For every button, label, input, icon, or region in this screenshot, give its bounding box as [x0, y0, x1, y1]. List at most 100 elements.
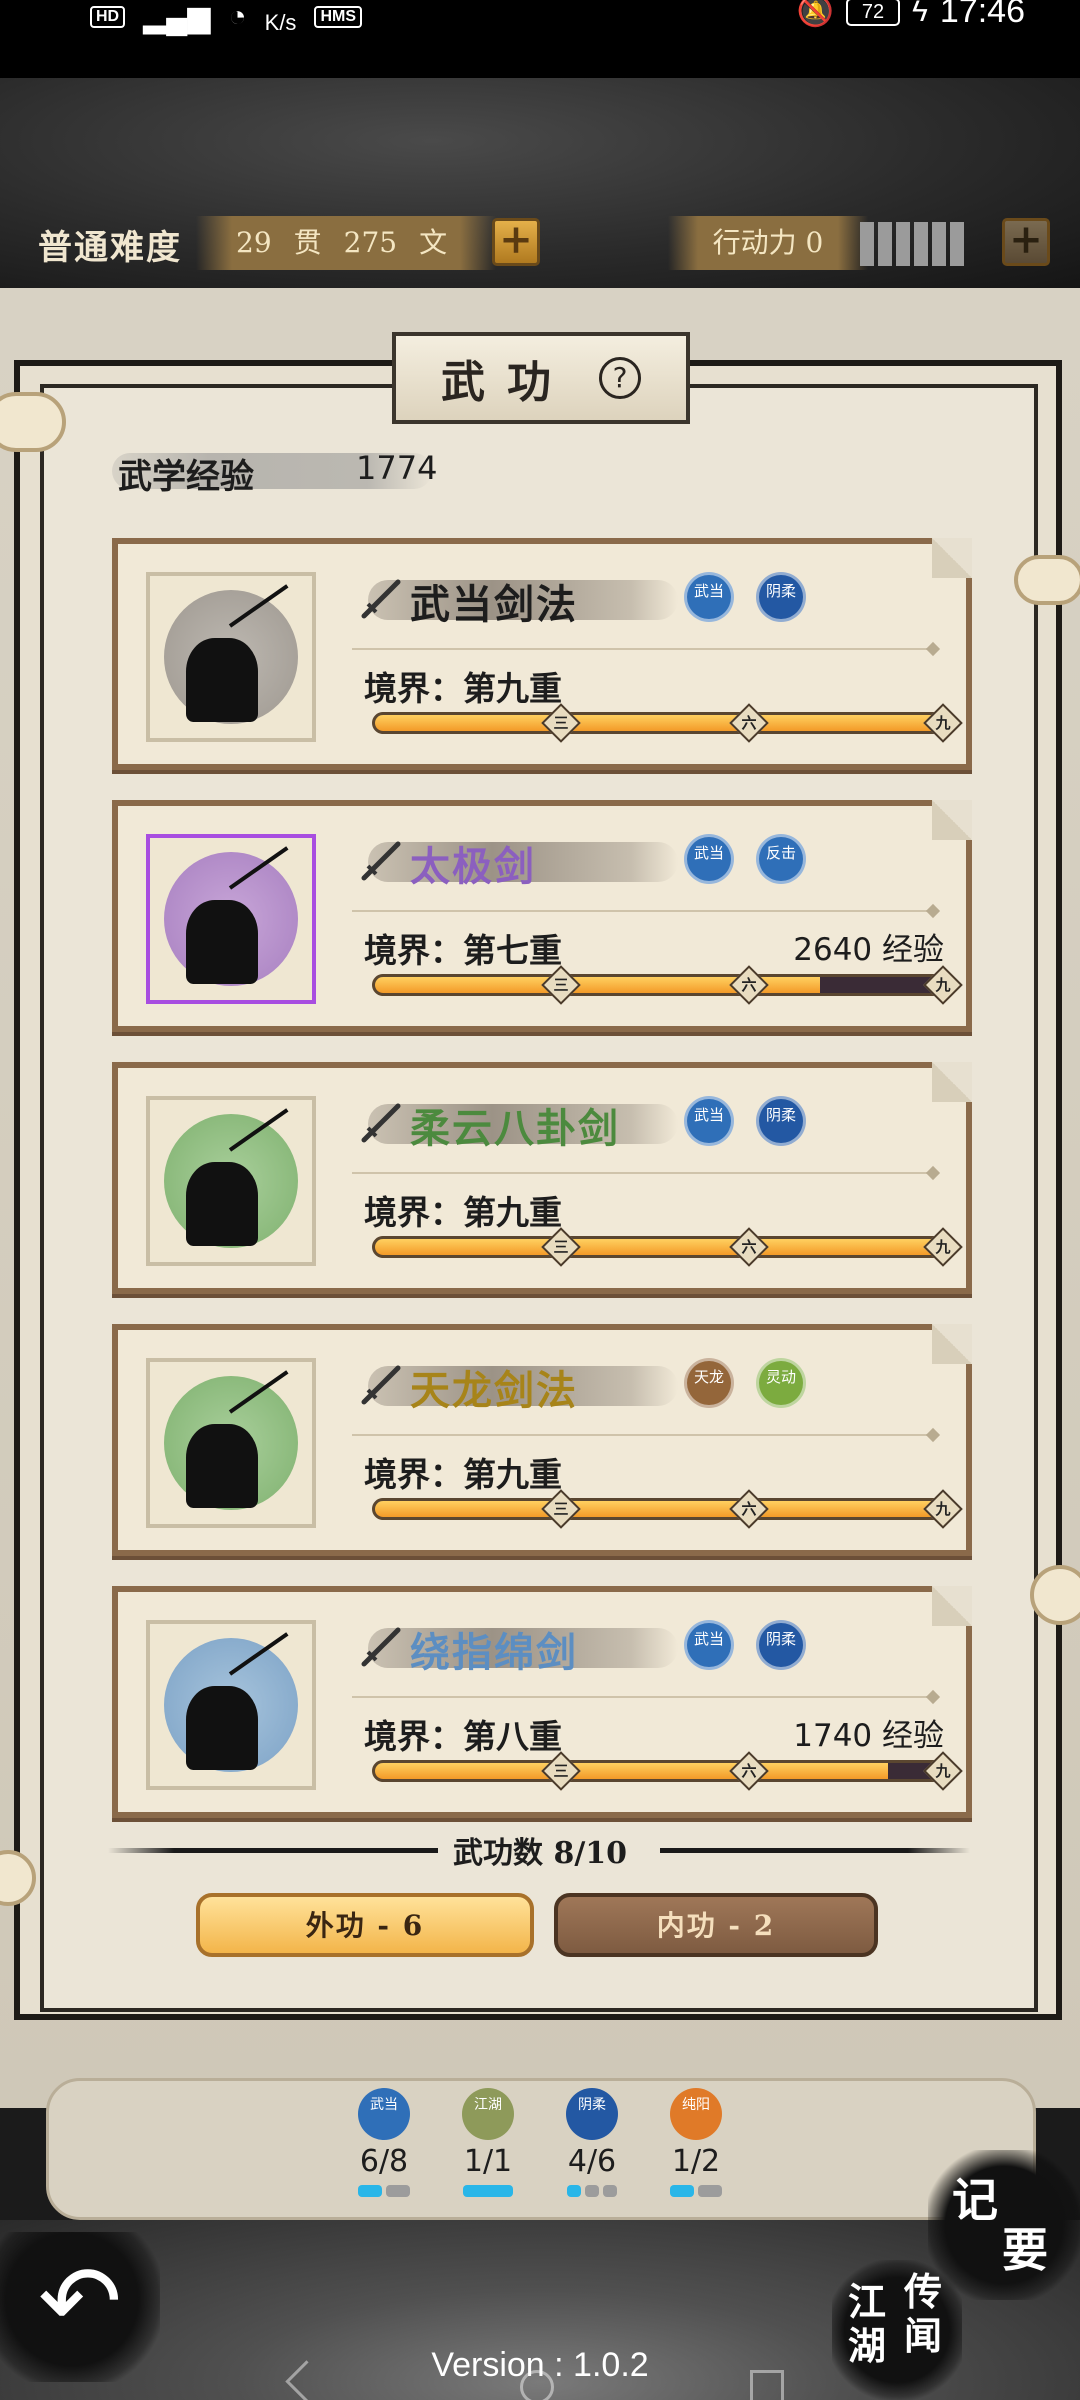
cloud-ornament — [1014, 555, 1080, 605]
skill-portrait — [146, 834, 316, 1004]
sect-pips — [448, 2185, 528, 2197]
hms-icon: HMS — [314, 6, 362, 28]
skill-realm: 境界：第九重 — [364, 1455, 562, 1494]
cloud-ornament — [0, 392, 66, 452]
skill-name: 绕指绵剑 — [410, 1629, 578, 1676]
money-guan: 29 — [236, 226, 272, 259]
signal-icon: ▂▄▆ — [143, 0, 211, 34]
money-guan-unit: 贯 — [293, 226, 322, 259]
skill-tag-badge: 武当 — [684, 572, 734, 622]
notes-label-2: 要 — [1002, 2223, 1048, 2277]
nav-recents-icon[interactable] — [750, 2370, 784, 2400]
skill-portrait — [146, 572, 316, 742]
skill-exp-needed: 1740 经验 — [793, 1718, 944, 1754]
progress-mark: 六 — [729, 1751, 769, 1791]
action-points-slots — [860, 222, 964, 266]
skill-tag-badge: 武当 — [684, 834, 734, 884]
martial-exp-label: 武学经验 — [118, 457, 254, 497]
skill-portrait — [146, 1620, 316, 1790]
skill-count: 武功数 8/10 — [453, 1836, 628, 1871]
skill-tag-badge: 天龙 — [684, 1358, 734, 1408]
sect-pips — [552, 2185, 632, 2197]
skill-card[interactable]: 绕指绵剑 武当 阴柔 境界：第八重 1740 经验三六九 — [112, 1586, 972, 1818]
add-money-button[interactable]: + — [492, 218, 540, 266]
skill-realm: 境界：第八重 — [364, 1717, 562, 1756]
panel-title: 武功 ? — [392, 332, 690, 424]
martial-exp-value: 1774 — [356, 449, 438, 487]
money-display: 29 贯 275 文 — [196, 216, 496, 270]
sect-count: 6/8 — [359, 2144, 409, 2179]
skill-exp-needed: 2640 经验 — [793, 932, 944, 968]
skill-progress-bar: 三六九 — [372, 1751, 963, 1791]
clock: 17:46 — [939, 0, 1025, 30]
skill-tag-badge: 灵动 — [756, 1358, 806, 1408]
skill-realm: 境界：第九重 — [364, 1193, 562, 1232]
sect-pips — [344, 2185, 424, 2197]
sect-count-item: 纯阳 1/2 — [656, 2088, 736, 2197]
sword-icon — [361, 1103, 401, 1143]
action-points-label: 行动力 0 — [668, 216, 868, 270]
tab-outer-skills[interactable]: 外功 - 6 — [196, 1893, 534, 1957]
skill-card[interactable]: 太极剑 武当 反击 境界：第七重 2640 经验三六九 — [112, 800, 972, 1032]
notes-label-1: 记 — [952, 2173, 998, 2227]
skill-card[interactable]: 天龙剑法 天龙 灵动 境界：第九重三六九 — [112, 1324, 972, 1556]
sect-count: 4/6 — [567, 2144, 617, 2179]
sect-count: 1/1 — [463, 2144, 513, 2179]
sword-icon — [361, 841, 401, 881]
skill-realm: 境界：第九重 — [364, 669, 562, 708]
sect-count-item: 阴柔 4/6 — [552, 2088, 632, 2197]
martial-exp-row: 武学经验 1774 — [112, 445, 437, 497]
progress-mark: 九 — [923, 965, 963, 1005]
skill-tag-badge: 武当 — [684, 1096, 734, 1146]
progress-mark: 六 — [729, 703, 769, 743]
skill-progress-bar: 三六九 — [372, 1227, 963, 1267]
skill-tag-badge: 阴柔 — [756, 1620, 806, 1670]
progress-mark: 九 — [923, 1489, 963, 1529]
sect-pips — [656, 2185, 736, 2197]
skill-portrait — [146, 1096, 316, 1266]
progress-mark: 六 — [729, 1227, 769, 1267]
skill-card[interactable]: 柔云八卦剑 武当 阴柔 境界：第九重三六九 — [112, 1062, 972, 1294]
skill-realm: 境界：第七重 — [364, 931, 562, 970]
battery-icon: 72 — [846, 0, 901, 26]
skill-tag-badge: 阴柔 — [756, 1096, 806, 1146]
nav-home-icon[interactable] — [520, 2370, 554, 2400]
skill-progress-bar: 三六九 — [372, 1489, 963, 1529]
progress-mark: 九 — [923, 703, 963, 743]
sect-badge: 纯阳 — [670, 2088, 722, 2140]
add-action-button[interactable]: + — [1002, 218, 1050, 266]
tab-inner-skills[interactable]: 内功 - 2 — [554, 1893, 878, 1957]
sect-count: 1/2 — [671, 2144, 721, 2179]
hd-icon: HD — [90, 6, 126, 28]
skill-name: 天龙剑法 — [410, 1367, 578, 1414]
sect-count-item: 武当 6/8 — [344, 2088, 424, 2197]
skill-tag-badge: 反击 — [756, 834, 806, 884]
wifi-icon: ◔ — [228, 0, 247, 33]
help-icon[interactable]: ? — [599, 357, 641, 399]
skill-tag-badge: 武当 — [684, 1620, 734, 1670]
skill-progress-bar: 三六九 — [372, 965, 963, 1005]
money-wen: 275 — [343, 226, 398, 259]
skill-count-row: 武功数 8/10 — [108, 1828, 970, 1871]
sect-bonus-panel — [46, 2078, 1036, 2220]
progress-mark: 六 — [729, 965, 769, 1005]
panel-title-text: 武功 — [441, 357, 573, 408]
resource-bar: 普通难度 29 贯 275 文 + 行动力 0 + — [0, 212, 1080, 272]
mute-icon: 🔕 — [796, 0, 835, 28]
skill-name: 太极剑 — [410, 843, 536, 890]
skill-progress-bar: 三六九 — [372, 703, 963, 743]
sect-count-item: 江湖 1/1 — [448, 2088, 528, 2197]
progress-mark: 九 — [923, 1751, 963, 1791]
skill-name: 武当剑法 — [410, 581, 578, 628]
difficulty-label: 普通难度 — [38, 228, 182, 268]
sword-icon — [361, 1365, 401, 1405]
status-bar: HD ▂▄▆ ◔ K/s HMS 🔕 72 ϟ 17:46 — [0, 0, 1080, 78]
progress-mark: 六 — [729, 1489, 769, 1529]
skill-card[interactable]: 武当剑法 武当 阴柔 境界：第九重三六九 — [112, 538, 972, 770]
money-wen-unit: 文 — [419, 226, 448, 259]
skill-portrait — [146, 1358, 316, 1528]
notes-button[interactable]: 记 要 — [928, 2150, 1080, 2300]
skill-tag-badge: 阴柔 — [756, 572, 806, 622]
sect-badge: 武当 — [358, 2088, 410, 2140]
net-speed-unit: K/s — [264, 10, 297, 35]
